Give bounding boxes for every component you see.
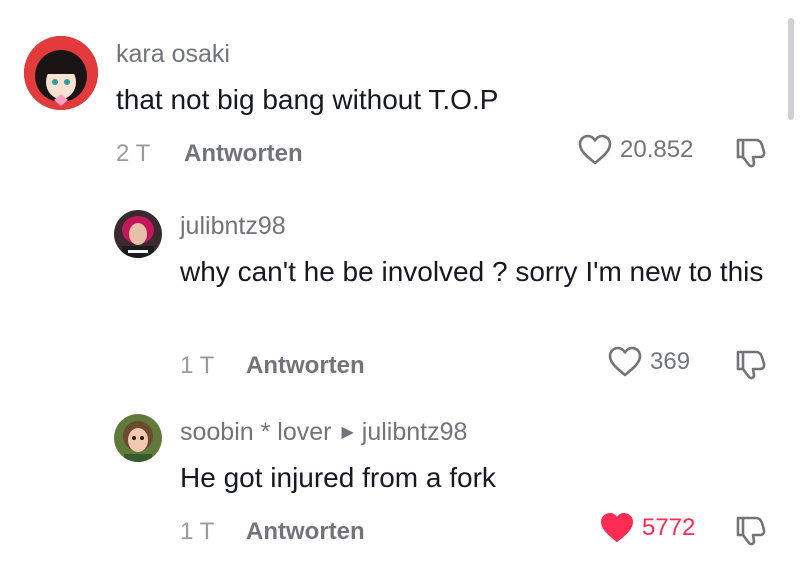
comment-text: why can't he be involved ? sorry I'm new…: [180, 256, 764, 287]
reply-to-username[interactable]: julibntz98: [362, 418, 468, 446]
thumbs-down-icon: [736, 138, 766, 168]
comment-username[interactable]: soobin * lover ▶ julibntz98: [180, 418, 467, 447]
heart-icon: [601, 513, 633, 542]
dislike-button[interactable]: [734, 514, 768, 551]
avatar[interactable]: [114, 414, 162, 462]
reply-button[interactable]: Antworten: [184, 140, 303, 168]
reply-item: julibntz98 why can't he be involved ? so…: [0, 200, 800, 390]
dislike-button[interactable]: [734, 348, 768, 385]
comment-username[interactable]: julibntz98: [180, 212, 286, 241]
like-count: 5772: [642, 514, 696, 541]
dislike-button[interactable]: [734, 136, 768, 173]
username-label[interactable]: soobin * lover: [180, 418, 331, 446]
avatar-image: [114, 414, 162, 462]
triangle-right-icon: ▶: [341, 424, 354, 441]
comment-timestamp: 1 T: [180, 518, 215, 545]
like-count: 20.852: [620, 136, 694, 163]
like-count: 369: [650, 348, 691, 375]
thumbs-down-icon: [736, 350, 766, 380]
like-button[interactable]: 369: [608, 346, 690, 378]
thumbs-down-icon: [736, 516, 766, 546]
reply-button[interactable]: Antworten: [246, 518, 365, 546]
avatar[interactable]: [24, 36, 98, 110]
heart-icon: [608, 346, 642, 377]
like-button[interactable]: 20.852: [578, 134, 693, 166]
reply-button[interactable]: Antworten: [246, 352, 365, 380]
avatar-image: [114, 210, 162, 258]
heart-icon: [578, 134, 612, 165]
avatar-image: [24, 36, 98, 110]
like-button[interactable]: 5772: [600, 512, 695, 544]
comment-text: that not big bang without T.O.P: [116, 84, 499, 115]
comment-text: He got injured from a fork: [180, 462, 496, 493]
comment-timestamp: 1 T: [180, 352, 215, 379]
comment-item: kara osaki that not big bang without T.O…: [0, 0, 800, 200]
comment-username[interactable]: kara osaki: [116, 40, 230, 69]
avatar[interactable]: [114, 210, 162, 258]
reply-item: soobin * lover ▶ julibntz98 He got injured…: [0, 400, 800, 567]
comment-timestamp: 2 T: [116, 140, 151, 167]
